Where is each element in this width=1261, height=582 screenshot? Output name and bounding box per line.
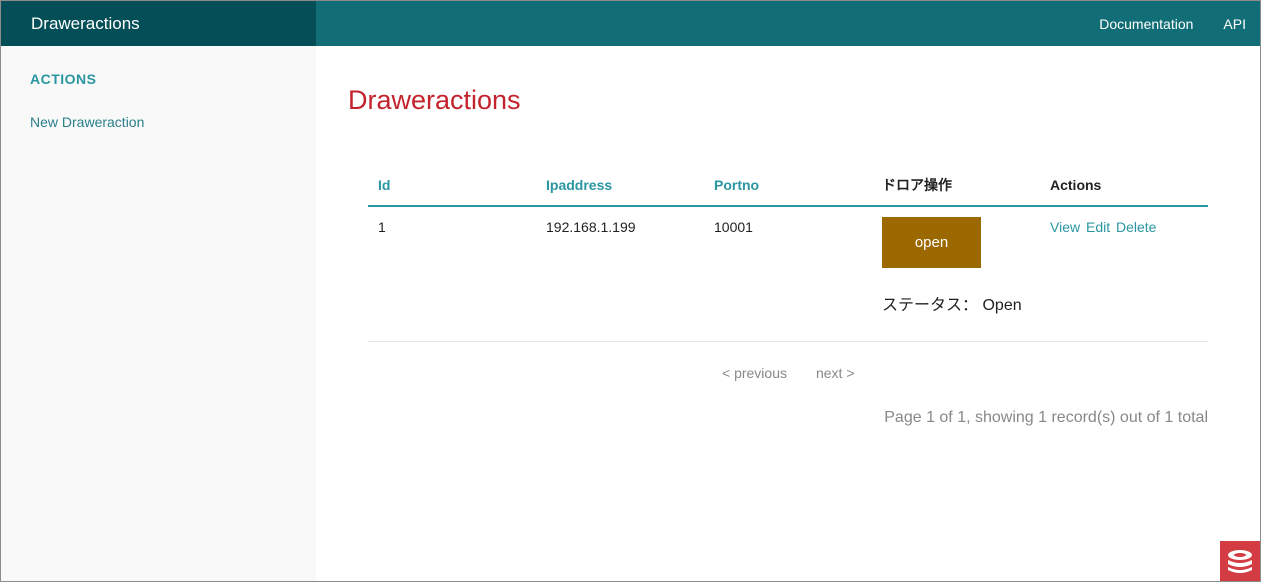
drawer-status: ステータス： Open (882, 291, 1030, 315)
sidebar-heading: ACTIONS (30, 71, 97, 87)
pagination-counter: Page 1 of 1, showing 1 record(s) out of … (884, 409, 1208, 426)
draweractions-table: Id Ipaddress Portno ドロア操作 Actions 1 192.… (368, 169, 1208, 342)
cell-portno: 10001 (704, 206, 872, 342)
column-header-portno[interactable]: Portno (704, 169, 872, 207)
page-title: Draweractions (348, 85, 521, 115)
column-header-ipaddress[interactable]: Ipaddress (536, 169, 704, 207)
edit-link[interactable]: Edit (1086, 219, 1110, 235)
view-link[interactable]: View (1050, 219, 1080, 235)
column-header-drawer-operation: ドロア操作 (872, 169, 1040, 207)
top-nav: Documentation API (1099, 1, 1246, 46)
next-page-link[interactable]: next > (816, 365, 855, 381)
new-draweraction-link[interactable]: New Draweraction (30, 114, 144, 130)
previous-page-link[interactable]: < previous (722, 365, 787, 381)
status-value: Open (982, 297, 1022, 314)
table-row: 1 192.168.1.199 10001 open ステータス： Open V… (368, 206, 1208, 342)
open-drawer-button[interactable]: open (882, 217, 981, 268)
documentation-link[interactable]: Documentation (1099, 16, 1193, 32)
status-label: ステータス： (882, 297, 979, 314)
api-link[interactable]: API (1223, 16, 1246, 32)
cakephp-logo-icon[interactable] (1220, 541, 1260, 581)
cake-icon (1228, 550, 1252, 573)
draweractions-table-wrap: Id Ipaddress Portno ドロア操作 Actions 1 192.… (368, 169, 1208, 342)
app-brand[interactable]: Draweractions (1, 1, 316, 46)
column-header-id[interactable]: Id (368, 169, 536, 207)
cell-actions: View Edit Delete (1040, 206, 1208, 342)
column-header-actions: Actions (1040, 169, 1208, 207)
table-header-row: Id Ipaddress Portno ドロア操作 Actions (368, 169, 1208, 207)
cell-id: 1 (368, 206, 536, 342)
pagination: < previous next > (722, 365, 855, 381)
top-navbar: Draweractions Documentation API (1, 1, 1260, 46)
cell-drawer-operation: open ステータス： Open (872, 206, 1040, 342)
sidebar: ACTIONS New Draweraction (1, 46, 316, 581)
cell-ipaddress: 192.168.1.199 (536, 206, 704, 342)
delete-link[interactable]: Delete (1116, 219, 1156, 235)
